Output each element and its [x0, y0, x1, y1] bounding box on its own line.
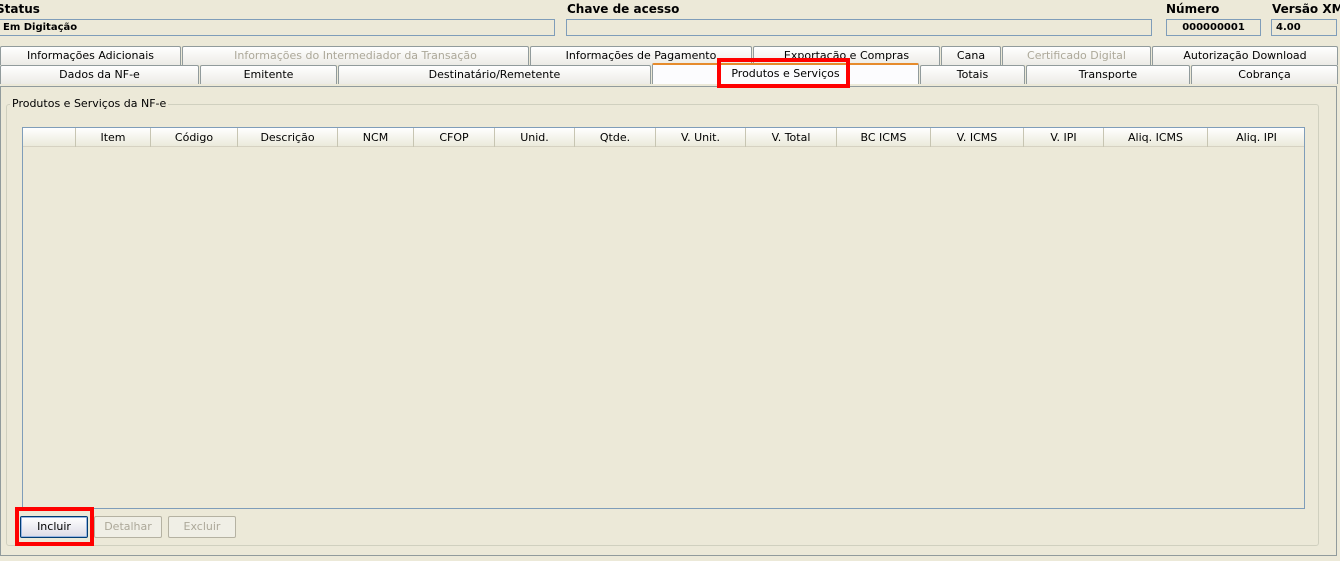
- column-header-qtde[interactable]: Qtde.: [575, 128, 656, 147]
- column-header-ncm[interactable]: NCM: [338, 128, 414, 147]
- column-header-select[interactable]: [23, 128, 76, 147]
- column-header-bc-icms[interactable]: BC ICMS: [837, 128, 931, 147]
- status-field: Em Digitação: [0, 19, 555, 36]
- numero-field: 000000001: [1166, 19, 1261, 36]
- column-header-v-unit[interactable]: V. Unit.: [656, 128, 746, 147]
- detalhar-button: Detalhar: [94, 516, 162, 538]
- column-header-unid[interactable]: Unid.: [495, 128, 575, 147]
- tab-destinatario-remetente[interactable]: Destinatário/Remetente: [338, 65, 651, 84]
- tab-autorizacao-download[interactable]: Autorização Download: [1152, 46, 1338, 65]
- versao-field: 4.00: [1271, 19, 1337, 36]
- column-header-v-icms[interactable]: V. ICMS: [931, 128, 1024, 147]
- chave-label: Chave de acesso: [567, 2, 680, 16]
- tab-certificado-digital: Certificado Digital: [1002, 46, 1151, 65]
- tab-transporte[interactable]: Transporte: [1026, 65, 1190, 84]
- column-header-cfop[interactable]: CFOP: [414, 128, 495, 147]
- column-header-codigo[interactable]: Código: [151, 128, 238, 147]
- produtos-table[interactable]: Item Código Descrição NCM CFOP Unid. Qtd…: [22, 127, 1305, 509]
- tab-cana[interactable]: Cana: [941, 46, 1001, 65]
- tab-produtos-servicos[interactable]: Produtos e Serviços: [652, 63, 919, 84]
- versao-label: Versão XML: [1272, 2, 1340, 16]
- column-header-v-ipi[interactable]: V. IPI: [1024, 128, 1104, 147]
- column-header-descricao[interactable]: Descrição: [238, 128, 338, 147]
- column-header-aliq-ipi[interactable]: Aliq. IPI: [1208, 128, 1305, 147]
- status-label: Status: [0, 2, 40, 16]
- numero-label: Número: [1166, 2, 1220, 16]
- tab-informacoes-adicionais[interactable]: Informações Adicionais: [0, 46, 181, 65]
- excluir-button: Excluir: [168, 516, 236, 538]
- tab-totais[interactable]: Totais: [920, 65, 1025, 84]
- tab-dados-nfe[interactable]: Dados da NF-e: [0, 65, 199, 84]
- tab-emitente[interactable]: Emitente: [200, 65, 337, 84]
- chave-field[interactable]: [566, 19, 1152, 36]
- tab-intermediador: Informações do Intermediador da Transaçã…: [182, 46, 529, 65]
- tab-cobranca[interactable]: Cobrança: [1191, 65, 1338, 84]
- column-header-aliq-icms[interactable]: Aliq. ICMS: [1104, 128, 1208, 147]
- column-header-v-total[interactable]: V. Total: [746, 128, 837, 147]
- column-header-item[interactable]: Item: [76, 128, 151, 147]
- table-header: Item Código Descrição NCM CFOP Unid. Qtd…: [23, 128, 1304, 147]
- group-title: Produtos e Serviços da NF-e: [10, 97, 169, 110]
- incluir-button[interactable]: Incluir: [20, 516, 88, 538]
